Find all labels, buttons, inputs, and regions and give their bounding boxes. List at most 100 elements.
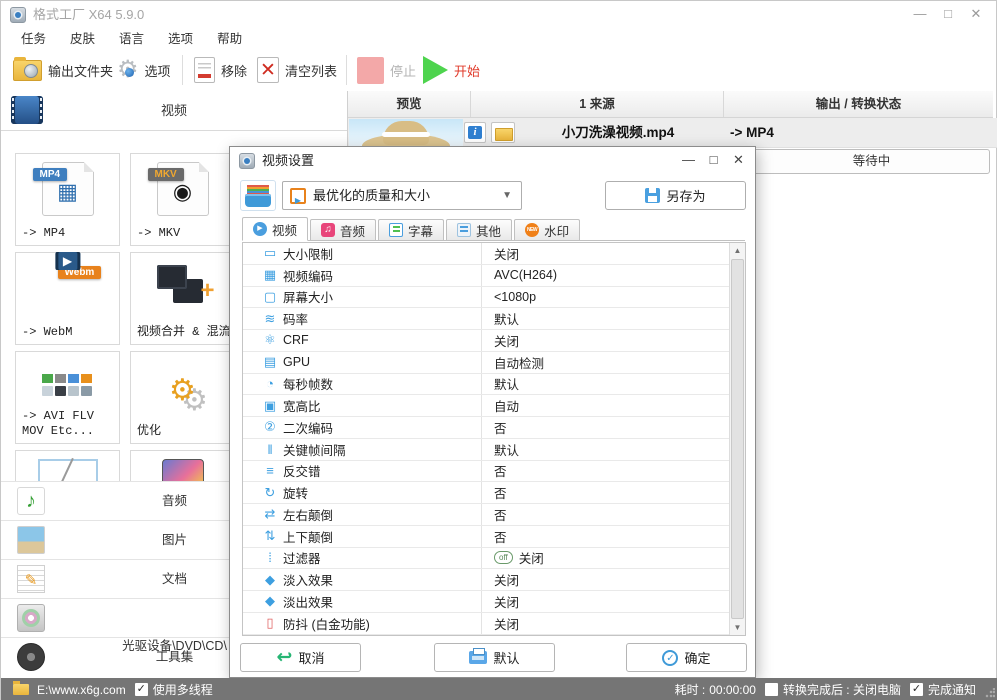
setting-value: <1080p	[494, 289, 537, 304]
setting-row[interactable]: ◆ 淡入效果 关闭	[243, 569, 730, 591]
card-glyph-icon: ▦	[57, 178, 78, 204]
start-button[interactable]: 开始	[423, 49, 480, 91]
format-card[interactable]: ⚙ 优化	[130, 351, 235, 444]
aspect-ratio-icon: ▣	[263, 397, 277, 413]
tab-bar: 视频 音频 字幕 其他 水印	[242, 217, 745, 241]
dialog-minimize-icon[interactable]: —	[676, 147, 701, 175]
gear-icon: ⚙	[117, 56, 139, 83]
default-button[interactable]: 默认	[434, 643, 555, 672]
setting-row[interactable]: ≋ 码率 默认	[243, 308, 730, 330]
format-card-label: -> AVI FLV MOV Etc...	[22, 409, 95, 438]
setting-row[interactable]: ▣ 宽高比 自动	[243, 395, 730, 417]
minimize-icon[interactable]: —	[906, 1, 934, 29]
save-as-button[interactable]: 另存为	[605, 181, 746, 210]
format-card[interactable]: + 视频合并 & 混流	[130, 252, 235, 345]
info-button[interactable]	[464, 122, 486, 143]
setting-value: AVC(H264)	[494, 268, 557, 283]
scroll-down-icon[interactable]: ▼	[730, 620, 745, 635]
play-icon	[423, 56, 448, 84]
resize-grip[interactable]	[985, 688, 995, 698]
tab-1[interactable]: 音频	[310, 219, 377, 240]
ok-button[interactable]: 确定	[626, 643, 747, 672]
output-path-folder-icon	[13, 681, 29, 695]
scroll-up-icon[interactable]: ▲	[730, 243, 745, 258]
quality-profile-dropdown[interactable]: 最优化的质量和大小 ▼	[282, 181, 522, 210]
setting-row[interactable]: ▤ GPU 自动检测	[243, 351, 730, 374]
elapsed-label: 耗时 :	[674, 683, 706, 697]
tab-3[interactable]: 其他	[446, 219, 513, 240]
close-icon[interactable]: ✕	[962, 1, 990, 29]
setting-row[interactable]: ▭ 大小限制 关闭	[243, 243, 730, 265]
profile-tray-button[interactable]	[240, 180, 276, 211]
output-path[interactable]: E:\www.x6g.com	[37, 683, 126, 697]
cb-multithread[interactable]: ✓	[134, 683, 148, 696]
setting-row[interactable]: ▦ 视频编码 AVC(H264)	[243, 264, 730, 287]
stop-button[interactable]: 停止	[357, 49, 416, 91]
menu-item[interactable]: 语言	[107, 29, 156, 49]
setting-label: 淡入效果	[283, 574, 334, 589]
remove-button[interactable]: 移除	[194, 49, 247, 91]
format-card[interactable]: -> AVI FLV MOV Etc...	[15, 351, 120, 444]
check-circle-icon	[662, 649, 679, 666]
dialog-title-bar[interactable]: 视频设置 — □ ✕	[230, 147, 755, 175]
crf-icon: ⚛	[264, 332, 276, 348]
maximize-icon[interactable]: □	[934, 1, 962, 29]
setting-value: 自动检测	[494, 356, 545, 371]
setting-row[interactable]: ⁞ 过滤器 off 关闭	[243, 547, 730, 570]
setting-row[interactable]: ↻ 旋转 否	[243, 482, 730, 504]
scrollbar[interactable]: ▲ ▼	[729, 243, 745, 635]
setting-label: 防抖 (白金功能)	[283, 617, 370, 632]
setting-row[interactable]: ‖ 关键帧间隔 默认	[243, 438, 730, 461]
setting-value-cell: 否	[481, 504, 730, 525]
menu-item[interactable]: 任务	[9, 29, 58, 49]
setting-row[interactable]: ◆ 淡出效果 关闭	[243, 591, 730, 613]
sidebar-header-video[interactable]: 视频	[1, 91, 347, 131]
cb-notify[interactable]: ✓	[909, 683, 923, 696]
format-card[interactable]: MP4 ▦ -> MP4	[15, 153, 120, 246]
setting-row[interactable]: ② 二次编码 否	[243, 417, 730, 439]
scrollbar-thumb[interactable]	[731, 259, 744, 619]
setting-row[interactable]: ⇅ 上下颠倒 否	[243, 525, 730, 548]
setting-value: 关闭	[494, 334, 520, 349]
status-bar: E:\www.x6g.com ✓ 使用多线程 耗时 : 00:00:00 转换完…	[1, 678, 997, 700]
setting-label: CRF	[283, 333, 309, 348]
tab-0[interactable]: 视频	[242, 217, 309, 241]
tab-label: 水印	[544, 224, 570, 239]
setting-value-cell: 关闭	[481, 330, 730, 351]
fps-icon: ◔	[266, 376, 274, 392]
format-card[interactable]: Webm ▶ -> WebM	[15, 252, 120, 345]
cancel-button[interactable]: ↩ 取消	[240, 643, 361, 672]
conversion-status: 等待中	[753, 149, 990, 174]
menu-item[interactable]: 帮助	[205, 29, 254, 49]
disc-icon	[17, 604, 45, 632]
output-folder-button[interactable]: 输出文件夹	[13, 49, 113, 91]
format-card[interactable]: MKV ◉ -> MKV	[130, 153, 235, 246]
setting-row[interactable]: ⚛ CRF 关闭	[243, 330, 730, 352]
cb-shutdown[interactable]	[764, 683, 778, 696]
dialog-maximize-icon[interactable]: □	[701, 147, 726, 175]
column-header-preview[interactable]: 预览	[348, 91, 471, 117]
menu-item[interactable]: 选项	[156, 29, 205, 49]
tab-4[interactable]: 水印	[514, 219, 581, 240]
menu-item[interactable]: 皮肤	[58, 29, 107, 49]
column-header-output-status[interactable]: 输出 / 转换状态	[724, 91, 993, 117]
file-row[interactable]: 小刀洗澡视频.mp4 -> MP4	[348, 118, 997, 148]
dialog-close-icon[interactable]: ✕	[726, 147, 751, 175]
setting-label: 淡出效果	[283, 595, 334, 610]
setting-row[interactable]: ▯ 防抖 (白金功能) 关闭	[243, 612, 730, 635]
clear-list-button[interactable]: 清空列表	[257, 49, 337, 91]
column-header-source[interactable]: 1 来源	[471, 91, 724, 117]
setting-row[interactable]: ⇄ 左右颠倒 否	[243, 504, 730, 526]
output-folder-icon	[13, 56, 42, 81]
optimize-icon: ⚙	[155, 360, 211, 416]
open-folder-button[interactable]	[491, 122, 515, 143]
tab-2[interactable]: 字幕	[378, 219, 445, 240]
toolbar-divider	[182, 55, 183, 85]
setting-row[interactable]: ◔ 每秒帧数 默认	[243, 373, 730, 396]
setting-row[interactable]: ▢ 屏幕大小 <1080p	[243, 286, 730, 309]
setting-value: 关闭	[518, 552, 544, 567]
window-controls: — □ ✕	[906, 1, 990, 29]
setting-row[interactable]: ≡ 反交错 否	[243, 460, 730, 483]
keyframe-interval-icon: ‖	[267, 441, 273, 457]
options-button[interactable]: ⚙ 选项	[117, 49, 171, 91]
